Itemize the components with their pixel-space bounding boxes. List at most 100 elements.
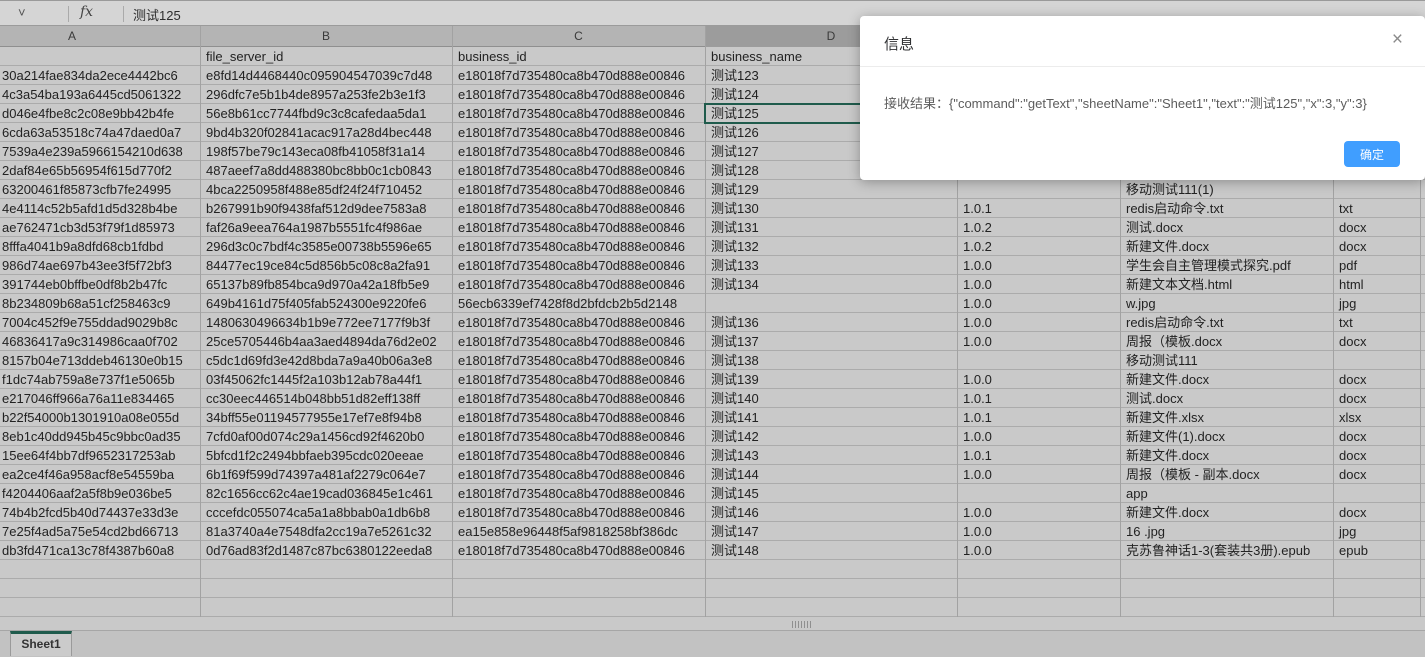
cell[interactable]: e18018f7d735480ca8b470d888e00846 xyxy=(452,66,705,85)
cell[interactable]: e18018f7d735480ca8b470d888e00846 xyxy=(452,237,705,256)
cell[interactable]: 克苏鲁神话1-3(套装共3册).epub xyxy=(1120,541,1333,560)
formula-input[interactable]: 测试125 xyxy=(133,5,181,24)
cell[interactable]: 986d74ae697b43ee3f5f72bf3 xyxy=(0,256,200,275)
cell[interactable]: 296d3c0c7bdf4c3585e00738b5596e65 xyxy=(200,237,452,256)
cell[interactable]: 5bfcd1f2c2494bbfaeb395cdc020eeae xyxy=(200,446,452,465)
cell[interactable]: 1.0.0 xyxy=(957,294,1120,313)
close-icon[interactable]: × xyxy=(1392,30,1403,49)
cell[interactable]: 新建文件.docx xyxy=(1120,446,1333,465)
cell[interactable]: 移动测试111(1) xyxy=(1120,180,1333,199)
cell[interactable]: 8157b04e713ddeb46130e0b15 xyxy=(0,351,200,370)
cell[interactable]: e18018f7d735480ca8b470d888e00846 xyxy=(452,389,705,408)
cell[interactable]: 1.0.0 xyxy=(957,370,1120,389)
cell[interactable]: docx xyxy=(1333,332,1420,351)
cell[interactable]: file_server_id xyxy=(200,47,452,66)
cell[interactable]: e18018f7d735480ca8b470d888e00846 xyxy=(452,446,705,465)
cell[interactable]: e18018f7d735480ca8b470d888e00846 xyxy=(452,541,705,560)
cell[interactable]: jpg xyxy=(1333,522,1420,541)
cell[interactable]: 03f45062fc1445f2a103b12ab78a44f1 xyxy=(200,370,452,389)
cell[interactable]: 1.0.0 xyxy=(957,541,1120,560)
cell[interactable]: 测试137 xyxy=(705,332,957,351)
sheet-tab-sheet1[interactable]: Sheet1 xyxy=(10,631,72,656)
cell[interactable]: ae762471cb3d53f79f1d85973 xyxy=(0,218,200,237)
cell[interactable]: 测试133 xyxy=(705,256,957,275)
cell[interactable]: txt xyxy=(1333,199,1420,218)
cell[interactable]: e18018f7d735480ca8b470d888e00846 xyxy=(452,123,705,142)
column-header-d[interactable]: D xyxy=(827,29,836,43)
cell[interactable]: pdf xyxy=(1333,256,1420,275)
cell[interactable]: e18018f7d735480ca8b470d888e00846 xyxy=(452,465,705,484)
cell[interactable]: 测试138 xyxy=(705,351,957,370)
cell[interactable]: 测试136 xyxy=(705,313,957,332)
cell[interactable]: 65137b89fb854bca9d970a42a18fb5e9 xyxy=(200,275,452,294)
cell[interactable]: e18018f7d735480ca8b470d888e00846 xyxy=(452,503,705,522)
cell[interactable]: 4bca2250958f488e85df24f24f710452 xyxy=(200,180,452,199)
cell[interactable]: redis启动命令.txt xyxy=(1120,199,1333,218)
cell[interactable]: 测试145 xyxy=(705,484,957,503)
cell[interactable]: redis启动命令.txt xyxy=(1120,313,1333,332)
cell[interactable]: ea2ce4f46a958acf8e54559ba xyxy=(0,465,200,484)
cell[interactable]: 56e8b61cc7744fbd9c3c8cafedaa5da1 xyxy=(200,104,452,123)
cell[interactable]: 测试.docx xyxy=(1120,218,1333,237)
cell[interactable]: 30a214fae834da2ece4442bc6 xyxy=(0,66,200,85)
cell[interactable]: c5dc1d69fd3e42d8bda7a9a40b06a3e8 xyxy=(200,351,452,370)
cell[interactable]: 新建文件(1).docx xyxy=(1120,427,1333,446)
cell[interactable]: f1dc74ab759a8e737f1e5065b xyxy=(0,370,200,389)
cell[interactable]: 7cfd0af00d074c29a1456cd92f4620b0 xyxy=(200,427,452,446)
cell[interactable]: docx xyxy=(1333,237,1420,256)
cell[interactable]: e18018f7d735480ca8b470d888e00846 xyxy=(452,85,705,104)
cell[interactable]: 测试142 xyxy=(705,427,957,446)
cell[interactable]: 1.0.0 xyxy=(957,427,1120,446)
cell[interactable]: 1.0.2 xyxy=(957,218,1120,237)
cell[interactable]: 46836417a9c314986caa0f702 xyxy=(0,332,200,351)
column-header-a[interactable]: A xyxy=(68,29,76,43)
cell[interactable]: 测试131 xyxy=(705,218,957,237)
namebox-chevron-down-icon[interactable]: ˅ xyxy=(18,5,26,20)
cell[interactable]: 测试139 xyxy=(705,370,957,389)
cell[interactable]: docx xyxy=(1333,218,1420,237)
cell[interactable]: cccefdc055074ca5a1a8bbab0a1db6b8 xyxy=(200,503,452,522)
cell[interactable]: 198f57be79c143eca08fb41058f31a14 xyxy=(200,142,452,161)
scrollbar-grip-icon[interactable] xyxy=(792,621,811,628)
cell[interactable]: 1.0.1 xyxy=(957,408,1120,427)
cell[interactable]: 测试130 xyxy=(705,199,957,218)
cell[interactable]: 9bd4b320f02841acac917a28d4bec448 xyxy=(200,123,452,142)
cell[interactable]: b22f54000b1301910a08e055d xyxy=(0,408,200,427)
cell[interactable]: 测试144 xyxy=(705,465,957,484)
cell[interactable]: e18018f7d735480ca8b470d888e00846 xyxy=(452,180,705,199)
cell[interactable]: 1.0.0 xyxy=(957,275,1120,294)
cell[interactable]: 15ee64f4bb7df9652317253ab xyxy=(0,446,200,465)
cell[interactable]: ea15e858e96448f5af9818258bf386dc xyxy=(452,522,705,541)
cell[interactable]: db3fd471ca13c78f4387b60a8 xyxy=(0,541,200,560)
cell[interactable]: 8fffa4041b9a8dfd68cb1fdbd xyxy=(0,237,200,256)
cell[interactable]: 649b4161d75f405fab524300e9220fe6 xyxy=(200,294,452,313)
cell[interactable]: 34bff55e01194577955e17ef7e8f94b8 xyxy=(200,408,452,427)
cell[interactable]: 63200461f85873cfb7fe24995 xyxy=(0,180,200,199)
cell[interactable]: 测试.docx xyxy=(1120,389,1333,408)
cell[interactable]: 7e25f4ad5a75e54cd2bd66713 xyxy=(0,522,200,541)
horizontal-scrollbar-track[interactable] xyxy=(0,617,1425,631)
cell[interactable]: jpg xyxy=(1333,294,1420,313)
cell[interactable]: 新建文件.docx xyxy=(1120,503,1333,522)
cell[interactable]: 1.0.2 xyxy=(957,237,1120,256)
cell[interactable]: docx xyxy=(1333,446,1420,465)
cell[interactable]: w.jpg xyxy=(1120,294,1333,313)
cell[interactable]: e18018f7d735480ca8b470d888e00846 xyxy=(452,161,705,180)
cell[interactable]: e18018f7d735480ca8b470d888e00846 xyxy=(452,275,705,294)
cell[interactable]: 测试146 xyxy=(705,503,957,522)
cell[interactable]: f4204406aaf2a5f8b9e036be5 xyxy=(0,484,200,503)
cell[interactable]: e18018f7d735480ca8b470d888e00846 xyxy=(452,142,705,161)
cell[interactable]: 82c1656cc62c4ae19cad036845e1c461 xyxy=(200,484,452,503)
cell[interactable]: html xyxy=(1333,275,1420,294)
cell[interactable]: 81a3740a4e7548dfa2cc19a7e5261c32 xyxy=(200,522,452,541)
cell[interactable]: e8fd14d4468440c095904547039c7d48 xyxy=(200,66,452,85)
cell[interactable]: 1.0.0 xyxy=(957,503,1120,522)
cell[interactable]: 84477ec19ce84c5d856b5c08c8a2fa91 xyxy=(200,256,452,275)
cell[interactable]: 测试141 xyxy=(705,408,957,427)
column-header-b[interactable]: B xyxy=(322,29,330,43)
cell[interactable]: 0d76ad83f2d1487c87bc6380122eeda8 xyxy=(200,541,452,560)
cell[interactable]: 74b4b2fcd5b40d74437e33d3e xyxy=(0,503,200,522)
cell[interactable]: docx xyxy=(1333,503,1420,522)
cell[interactable]: e18018f7d735480ca8b470d888e00846 xyxy=(452,427,705,446)
cell[interactable]: 487aeef7a8dd488380bc8bb0c1cb0843 xyxy=(200,161,452,180)
